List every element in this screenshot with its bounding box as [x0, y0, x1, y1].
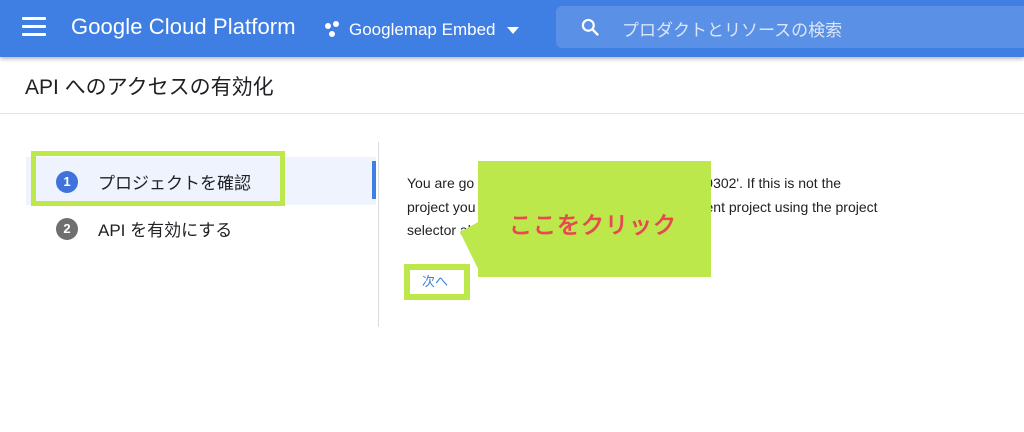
step-label: API を有効にする	[98, 221, 233, 240]
page-title: API へのアクセスの有効化	[25, 76, 274, 99]
menu-icon[interactable]	[22, 17, 46, 37]
app-title[interactable]: Google Cloud Platform	[71, 14, 296, 40]
vertical-divider	[378, 142, 379, 327]
project-icon	[325, 21, 343, 39]
active-step-indicator	[372, 161, 376, 199]
project-name: Googlemap Embed	[349, 20, 496, 39]
search-placeholder: プロダクトとリソースの検索	[622, 21, 843, 40]
search-input[interactable]: プロダクトとリソースの検索	[556, 6, 1024, 48]
search-icon	[581, 18, 599, 36]
highlight-box	[31, 151, 285, 206]
step-enable-api[interactable]: 2 API を有効にする	[56, 216, 232, 241]
step-number-badge: 2	[56, 217, 78, 240]
callout-text: ここをクリック	[509, 212, 677, 238]
top-app-bar: Google Cloud Platform Googlemap Embed プロ…	[0, 0, 1024, 57]
dropdown-caret-icon	[507, 26, 520, 34]
divider	[0, 113, 1024, 114]
project-selector[interactable]: Googlemap Embed	[325, 16, 520, 44]
